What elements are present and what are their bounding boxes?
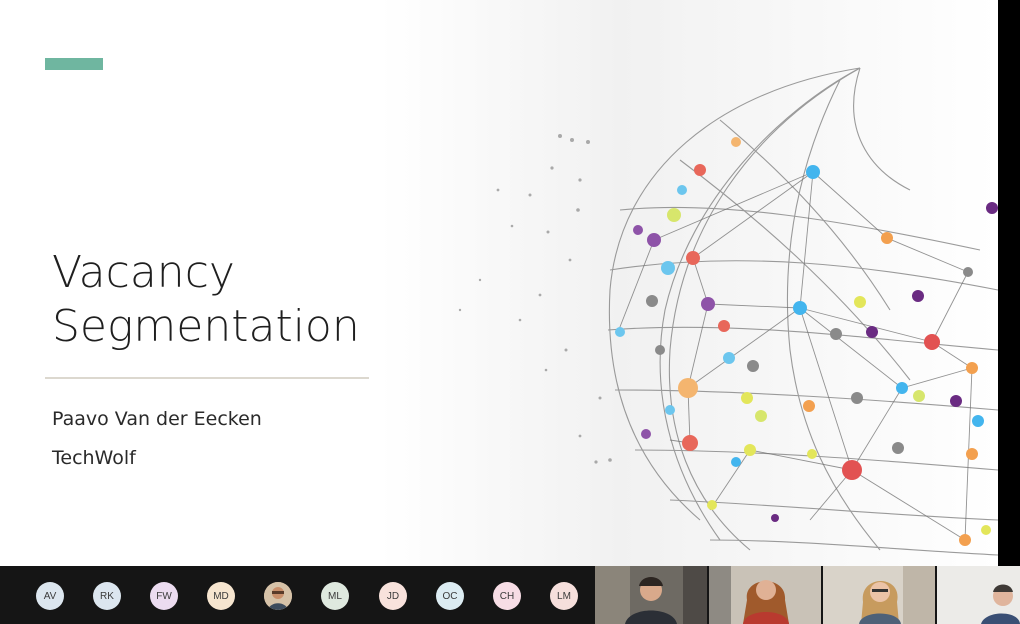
avatar-initials: ML <box>328 590 342 602</box>
video-tile-3[interactable] <box>823 566 935 624</box>
video-tile-4[interactable] <box>937 566 1020 624</box>
participant-avatar-lm[interactable]: LM <box>550 582 578 610</box>
title-line-2: Segmentation <box>52 301 360 352</box>
avatar-initials: RK <box>100 590 114 602</box>
person-video-icon <box>937 566 1020 624</box>
participant-avatar-oc[interactable]: OC <box>436 582 464 610</box>
person-video-icon <box>823 566 935 624</box>
slide-title: Vacancy Segmentation <box>52 246 392 354</box>
author-name: Paavo Van der Eecken <box>52 408 262 430</box>
screen-edge-bar <box>998 0 1020 566</box>
participant-avatar-jd[interactable]: JD <box>379 582 407 610</box>
accent-bar <box>45 58 103 70</box>
video-tile-2[interactable] <box>709 566 821 624</box>
participant-avatar-ch[interactable]: CH <box>493 582 521 610</box>
organization-name: TechWolf <box>52 447 136 469</box>
avatar-initials: LM <box>557 590 571 602</box>
avatar-initials: JD <box>386 590 400 602</box>
avatar-initials: MD <box>213 590 229 602</box>
avatar-initials: AV <box>43 590 57 602</box>
title-line-1: Vacancy <box>52 247 235 298</box>
avatar-initials: OC <box>442 590 458 602</box>
participant-avatar-fw[interactable]: FW <box>150 582 178 610</box>
title-divider <box>45 377 369 379</box>
person-video-icon <box>595 566 707 624</box>
avatar-initials: FW <box>156 590 172 602</box>
video-tile-1[interactable] <box>595 566 707 624</box>
person-video-icon <box>709 566 821 624</box>
participant-avatar-av[interactable]: AV <box>36 582 64 610</box>
avatar-initials: CH <box>499 590 515 602</box>
person-photo-icon <box>264 582 292 610</box>
network-globe-image <box>458 67 998 556</box>
participant-avatar-md[interactable]: MD <box>207 582 235 610</box>
participant-avatar-ml[interactable]: ML <box>321 582 349 610</box>
presentation-slide: Vacancy Segmentation Paavo Van der Eecke… <box>0 0 998 566</box>
participant-avatar-photo[interactable] <box>264 582 292 610</box>
participant-avatar-rk[interactable]: RK <box>93 582 121 610</box>
